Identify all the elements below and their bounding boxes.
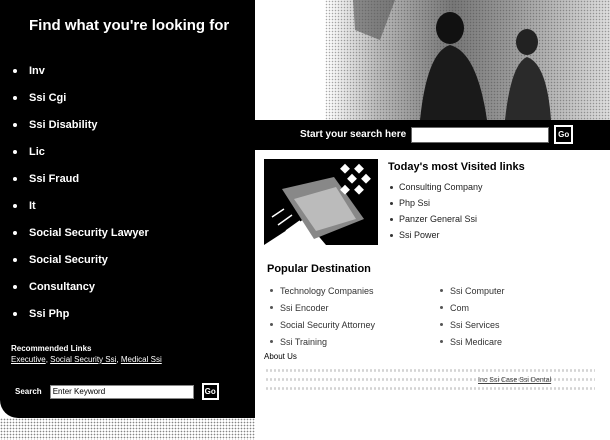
popular-title: Popular Destination [267, 263, 371, 275]
nav-item-label[interactable]: Inv [29, 65, 45, 77]
popular-link[interactable]: Ssi Training [270, 333, 375, 350]
abstract-graphic-icon [264, 159, 378, 245]
bullet-icon [390, 185, 393, 189]
nav-item[interactable]: Ssi Cgi [13, 84, 149, 111]
visited-link[interactable]: Panzer General Ssi [388, 211, 525, 227]
visited-link-label[interactable]: Ssi Power [399, 228, 440, 242]
visited-link[interactable]: Php Ssi [388, 195, 525, 211]
visited-link-label[interactable]: Php Ssi [399, 196, 430, 210]
category-nav: Inv Ssi Cgi Ssi Disability Lic Ssi Fraud… [13, 57, 149, 327]
bullet-icon [13, 257, 17, 262]
nav-item[interactable]: Ssi Disability [13, 111, 149, 138]
nav-item-label[interactable]: Ssi Php [29, 308, 69, 320]
popular-link-label[interactable]: Com [450, 303, 469, 313]
popular-link-label[interactable]: Ssi Medicare [450, 337, 502, 347]
sidebar-heading: Find what you're looking for [29, 17, 230, 34]
nav-item[interactable]: Lic [13, 138, 149, 165]
nav-item[interactable]: Social Security Lawyer [13, 219, 149, 246]
popular-link[interactable]: Social Security Attorney [270, 316, 375, 333]
recommended-links: Recommended Links Executive, Social Secu… [11, 344, 162, 364]
nav-item[interactable]: Inv [13, 57, 149, 84]
bullet-icon [13, 203, 17, 208]
bullet-icon [13, 149, 17, 154]
bullet-icon [13, 68, 17, 73]
nav-item-label[interactable]: Ssi Fraud [29, 173, 79, 185]
about-links[interactable]: Inc Ssi Case Ssi Dental [478, 377, 551, 384]
popular-link-label[interactable]: Ssi Services [450, 320, 500, 330]
visited-link[interactable]: Ssi Power [388, 227, 525, 243]
hero-go-button[interactable]: Go [554, 125, 574, 144]
bullet-icon [13, 176, 17, 181]
sidebar-shadow [0, 418, 255, 440]
hero-search-input[interactable] [411, 126, 550, 143]
popular-link[interactable]: Technology Companies [270, 282, 375, 299]
bullet-icon [440, 306, 443, 309]
bullet-icon [13, 95, 17, 100]
popular-link-label[interactable]: Social Security Attorney [280, 320, 375, 330]
visited-link[interactable]: Consulting Company [388, 179, 525, 195]
nav-item[interactable]: Ssi Php [13, 300, 149, 327]
bullet-icon [13, 230, 17, 235]
bullet-icon [13, 122, 17, 127]
visited-link-label[interactable]: Consulting Company [399, 180, 483, 194]
nav-item[interactable]: It [13, 192, 149, 219]
bullet-icon [390, 233, 393, 237]
hero-search-label: Start your search here [300, 129, 407, 140]
popular-link-label[interactable]: Technology Companies [280, 286, 374, 296]
nav-item[interactable]: Ssi Fraud [13, 165, 149, 192]
bullet-icon [440, 289, 443, 292]
popular-link-label[interactable]: Ssi Training [280, 337, 327, 347]
recommended-link[interactable]: Executive [11, 355, 46, 364]
nav-item-label[interactable]: Ssi Cgi [29, 92, 66, 104]
popular-link[interactable]: Ssi Services [440, 316, 505, 333]
popular-link-label[interactable]: Ssi Encoder [280, 303, 329, 313]
hero-search: Start your search here Go [300, 125, 574, 144]
popular-link-label[interactable]: Ssi Computer [450, 286, 505, 296]
bullet-icon [440, 323, 443, 326]
hero-banner: Start your search here Go [255, 0, 610, 150]
bullet-icon [390, 201, 393, 205]
nav-item-label[interactable]: Social Security [29, 254, 108, 266]
nav-item-label[interactable]: Ssi Disability [29, 119, 97, 131]
nav-item[interactable]: Social Security [13, 246, 149, 273]
bullet-icon [270, 323, 273, 326]
sidebar-search-input[interactable] [49, 384, 194, 399]
popular-link[interactable]: Com [440, 299, 505, 316]
nav-item-label[interactable]: Consultancy [29, 281, 95, 293]
popular-list-left: Technology Companies Ssi Encoder Social … [270, 282, 375, 350]
sidebar-go-button[interactable]: Go [201, 383, 219, 400]
bullet-icon [270, 340, 273, 343]
sidebar-search-label: Search [15, 387, 42, 396]
nav-item-label[interactable]: It [29, 200, 36, 212]
visited-link-label[interactable]: Panzer General Ssi [399, 212, 477, 226]
bullet-icon [440, 340, 443, 343]
recommended-link[interactable]: Medical Ssi [121, 355, 162, 364]
nav-item-label[interactable]: Social Security Lawyer [29, 227, 149, 239]
sidebar-search: Search Go [15, 383, 219, 400]
bullet-icon [270, 289, 273, 292]
bullet-icon [270, 306, 273, 309]
nav-item[interactable]: Consultancy [13, 273, 149, 300]
bullet-icon [390, 217, 393, 221]
feature-image [264, 159, 378, 245]
bullet-icon [13, 311, 17, 316]
recommended-title: Recommended Links [11, 344, 92, 353]
nav-item-label[interactable]: Lic [29, 146, 45, 158]
visited-title: Today's most Visited links [388, 161, 525, 173]
popular-link[interactable]: Ssi Encoder [270, 299, 375, 316]
popular-link[interactable]: Ssi Medicare [440, 333, 505, 350]
recommended-link[interactable]: Social Security Ssi [50, 355, 116, 364]
popular-link[interactable]: Ssi Computer [440, 282, 505, 299]
about-title: About Us [264, 352, 297, 361]
visited-links: Today's most Visited links Consulting Co… [388, 161, 525, 243]
bullet-icon [13, 284, 17, 289]
popular-list-right: Ssi Computer Com Ssi Services Ssi Medica… [440, 282, 505, 350]
sidebar: Find what you're looking for Inv Ssi Cgi… [0, 0, 255, 418]
